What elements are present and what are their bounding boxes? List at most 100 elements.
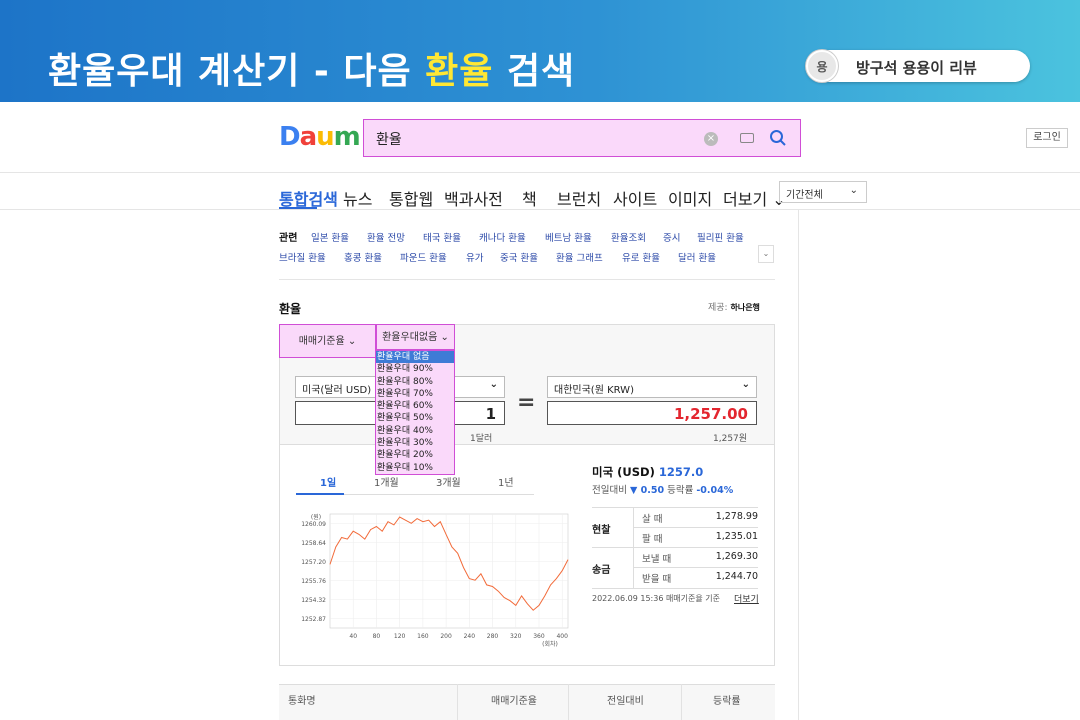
divider [592, 507, 758, 508]
x-tick-label: 120 [394, 633, 406, 640]
related-link[interactable]: 일본 환율 [311, 230, 349, 244]
y-tick-label: 1252.87 [301, 616, 326, 623]
cash-group: 현찰 [592, 525, 611, 536]
tab-encyclopedia[interactable]: 백과사전 [444, 186, 503, 210]
preference-option[interactable]: 환율우대 70% [376, 387, 454, 401]
preference-option[interactable]: 환율우대 60% [376, 400, 454, 413]
preference-option[interactable]: 환율우대 80% [376, 375, 454, 388]
tab-1month[interactable]: 1개월 [374, 474, 399, 489]
chevron-down-icon: ⌄ [489, 379, 498, 390]
chevron-down-icon: ⌄ [741, 379, 750, 390]
banner-title-highlight: 환율 [425, 51, 494, 92]
rate-row-label: 팔 때 [642, 534, 663, 545]
y-axis-label: (원) [311, 513, 321, 521]
divider [633, 527, 758, 528]
divider [0, 172, 1080, 173]
col-change[interactable]: 전일대비 [607, 692, 644, 707]
divider [798, 210, 799, 720]
related-link[interactable]: 환율 그래프 [556, 250, 603, 264]
related-expand-button[interactable]: ⌄ [758, 245, 774, 263]
search-query[interactable]: 환율 [376, 129, 402, 149]
related-link[interactable]: 홍콩 환율 [344, 250, 382, 264]
active-tab-underline [296, 493, 344, 495]
tab-3month[interactable]: 3개월 [436, 474, 461, 489]
divider [633, 567, 758, 568]
daum-logo[interactable]: Daum [279, 122, 361, 152]
exchange-rate-chart: 1260.09 1258.64 1257.20 1255.76 1254.32 1252.… [301, 513, 569, 648]
x-tick-label: 240 [464, 633, 476, 640]
chevron-down-icon: ⌄ [347, 336, 357, 347]
divider [457, 684, 458, 720]
more-link[interactable]: 더보기 [734, 592, 759, 605]
chevron-down-icon: ⌄ [849, 185, 858, 196]
rate-row-value: 1,235.01 [715, 531, 758, 542]
preference-select[interactable]: 환율우대없음 ⌄ [376, 324, 455, 350]
to-amount-input[interactable]: 1,257.00 [547, 401, 757, 425]
related-link[interactable]: 증시 [663, 230, 680, 244]
col-basis-rate[interactable]: 매매기준율 [491, 692, 537, 707]
y-tick-label: 1260.09 [301, 521, 326, 528]
preference-option[interactable]: 환율우대 30% [376, 437, 454, 450]
search-input[interactable]: 환율 × [363, 119, 801, 157]
related-link[interactable]: 환율 전망 [367, 230, 405, 244]
tab-news[interactable]: 뉴스 [343, 186, 372, 210]
clear-icon[interactable]: × [704, 132, 718, 146]
x-tick-label: 320 [510, 633, 522, 640]
x-tick-label: 160 [417, 633, 429, 640]
divider [592, 547, 758, 548]
rate-value: 1257.0 [658, 465, 704, 479]
related-link[interactable]: 유가 [466, 250, 483, 264]
banner-title: 환율우대 계산기 - 다음 환율 검색 [48, 51, 576, 92]
tab-1year[interactable]: 1년 [498, 474, 514, 489]
divider [681, 684, 682, 720]
x-tick-label: 280 [487, 633, 499, 640]
divider [592, 588, 758, 589]
preference-option[interactable]: 환율우대 40% [376, 424, 454, 438]
related-link[interactable]: 유로 환율 [622, 250, 660, 264]
preference-option[interactable]: 환율우대 10% [376, 461, 454, 474]
preference-option[interactable]: 환율우대 50% [376, 412, 454, 425]
related-link[interactable]: 달러 환율 [678, 250, 716, 264]
tab-more[interactable]: 더보기 ⌄ [723, 186, 786, 210]
search-icon[interactable] [768, 128, 788, 148]
tab-web[interactable]: 통합웹 [389, 186, 433, 210]
col-currency[interactable]: 통화명 [288, 692, 316, 707]
title-banner: 환율우대 계산기 - 다음 환율 검색 용 방구석 용용이 리뷰 [0, 0, 1080, 102]
plot-area [329, 513, 569, 629]
tab-sites[interactable]: 사이트 [613, 186, 657, 210]
chevron-down-icon: ⌄ [440, 332, 449, 343]
rate-change-rate: -0.04% [696, 485, 734, 496]
tab-brunch[interactable]: 브런치 [557, 186, 601, 210]
y-tick-label: 1257.20 [301, 559, 326, 566]
tab-1day[interactable]: 1일 [320, 474, 336, 489]
keyboard-icon[interactable] [740, 133, 754, 143]
basis-rate-select[interactable]: 매매기준율 ⌄ [279, 324, 376, 358]
related-link[interactable]: 환율조회 [611, 230, 646, 244]
related-link[interactable]: 태국 환율 [423, 230, 461, 244]
related-link[interactable]: 캐나다 환율 [479, 230, 526, 244]
related-link[interactable]: 필리핀 환율 [697, 230, 744, 244]
from-amount-text: 1달러 [470, 434, 493, 444]
related-link[interactable]: 베트남 환율 [545, 230, 592, 244]
x-axis-label: (회차) [542, 640, 558, 648]
tab-images[interactable]: 이미지 [668, 186, 712, 210]
x-tick-label: 40 [349, 633, 357, 640]
preference-option[interactable]: 환율우대 없음 [376, 351, 454, 364]
login-button[interactable]: 로그인 [1026, 128, 1068, 148]
preference-option[interactable]: 환율우대 90% [376, 363, 454, 376]
brand-logo-icon: 용 [806, 50, 838, 82]
x-tick-label: 200 [440, 633, 452, 640]
preference-option[interactable]: 환율우대 20% [376, 449, 454, 462]
divider [279, 279, 775, 280]
hana-bank-logo: 하나은행 [730, 303, 760, 312]
related-link[interactable]: 파운드 환율 [400, 250, 447, 264]
period-select[interactable]: 기간전체 ⌄ [779, 181, 867, 203]
divider [0, 209, 1080, 210]
active-tab-underline [279, 207, 317, 209]
related-link[interactable]: 브라질 환율 [279, 250, 326, 264]
related-link[interactable]: 중국 환율 [500, 250, 538, 264]
tab-books[interactable]: 책 [522, 186, 537, 210]
col-change-rate[interactable]: 등락률 [713, 692, 741, 707]
to-currency-select[interactable]: 대한민국(원 KRW) ⌄ [547, 376, 757, 398]
rate-change-value: ▼ 0.50 [630, 485, 665, 496]
